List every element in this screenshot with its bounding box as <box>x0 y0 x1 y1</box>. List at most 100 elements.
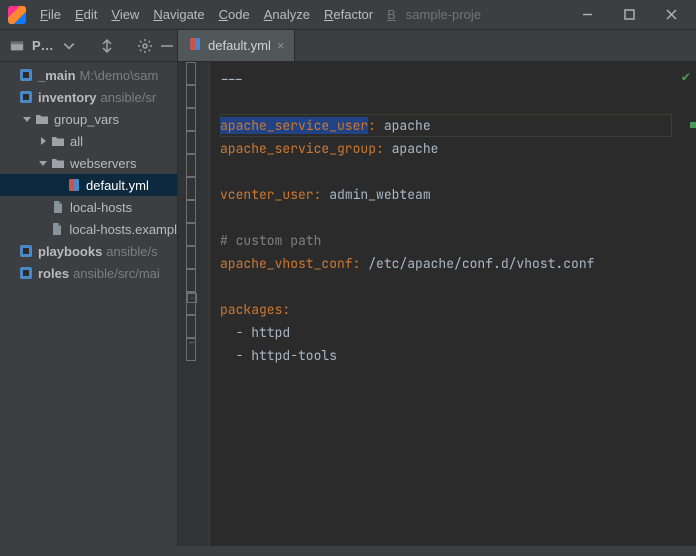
titlebar: FileEditViewNavigateCodeAnalyzeRefactorB… <box>0 0 696 30</box>
editor-area[interactable]: −⌐ ---apache_service_user: apacheapache_… <box>178 62 696 556</box>
close-button[interactable] <box>650 0 692 30</box>
folder-icon <box>34 111 50 127</box>
tree-row-inventory[interactable]: inventoryansible/sr <box>0 86 177 108</box>
token-str[interactable]: admin_webteam <box>321 186 430 203</box>
window-controls <box>566 0 692 30</box>
menu-navigate[interactable]: Navigate <box>147 4 210 25</box>
token-key[interactable]: : <box>376 140 384 157</box>
project-toolbar: P… <box>0 30 178 61</box>
menu-view[interactable]: View <box>105 4 145 25</box>
token-key[interactable]: : <box>368 117 376 134</box>
tree-row-roles[interactable]: rolesansible/src/mai <box>0 262 177 284</box>
tree-row--main[interactable]: _main M:\demo\sam <box>0 64 177 86</box>
tree-label: webservers <box>70 156 136 171</box>
code-line[interactable]: - httpd <box>220 321 696 344</box>
code-line[interactable]: - httpd-tools <box>220 344 696 367</box>
content-split: _main M:\demo\sam inventoryansible/srgroup… <box>0 62 696 556</box>
code-line[interactable]: packages: <box>220 298 696 321</box>
horizontal-scrollbar[interactable] <box>0 546 696 556</box>
token-str[interactable]: - <box>220 324 251 341</box>
token-key[interactable]: apache_service_user <box>220 117 368 134</box>
tree-row-local-hosts[interactable]: local-hosts <box>0 196 177 218</box>
code-line[interactable]: vcenter_user: admin_webteam <box>220 183 696 206</box>
file-icon <box>50 221 66 237</box>
tree-row-playbooks[interactable]: playbooks ansible/s <box>0 240 177 262</box>
code-line[interactable] <box>220 206 696 229</box>
module-icon <box>18 265 34 281</box>
tree-label: local-hosts.exampl <box>69 222 177 237</box>
gear-icon[interactable] <box>138 38 152 54</box>
fold-end-icon[interactable]: ⌐ <box>187 339 197 349</box>
token-cmt[interactable]: # custom path <box>220 232 321 249</box>
tree-hint: ansible/s <box>106 244 157 259</box>
hide-tool-icon[interactable] <box>160 38 174 54</box>
code-text[interactable]: ---apache_service_user: apacheapache_ser… <box>220 68 696 367</box>
close-tab-icon[interactable]: × <box>277 38 285 53</box>
project-tree[interactable]: _main M:\demo\sam inventoryansible/srgroup… <box>0 62 177 284</box>
editor-tab-label: default.yml <box>208 38 271 53</box>
maximize-button[interactable] <box>608 0 650 30</box>
token-key[interactable]: vcenter_user <box>220 186 314 203</box>
tree-label: _main <box>38 68 76 83</box>
app-logo-icon <box>8 6 26 24</box>
tree-label: inventory <box>38 90 97 105</box>
code-line[interactable]: # custom path <box>220 229 696 252</box>
menu-code[interactable]: Code <box>213 4 256 25</box>
toolbar: P… default.yml × <box>0 30 696 62</box>
token-key[interactable]: apache_vhost_conf <box>220 255 353 272</box>
menu-b[interactable]: B <box>381 4 402 25</box>
tree-label: local-hosts <box>70 200 132 215</box>
project-tree-panel: _main M:\demo\sam inventoryansible/srgroup… <box>0 62 178 556</box>
project-view-icon[interactable] <box>10 38 24 54</box>
tree-label: playbooks <box>38 244 102 259</box>
tree-row-all[interactable]: all <box>0 130 177 152</box>
code-line[interactable]: apache_vhost_conf: /etc/apache/conf.d/vh… <box>220 252 696 275</box>
folder-icon <box>50 155 66 171</box>
folder-icon <box>50 133 66 149</box>
marker-stripe[interactable] <box>690 122 696 128</box>
tree-row-webservers[interactable]: webservers <box>0 152 177 174</box>
tree-label: default.yml <box>86 178 149 193</box>
tree-row-local-hosts-exampl[interactable]: local-hosts.exampl <box>0 218 177 240</box>
code-line[interactable]: apache_service_user: apache <box>220 114 696 137</box>
file-icon <box>50 199 66 215</box>
code-line[interactable] <box>220 91 696 114</box>
token-str[interactable]: apache <box>384 140 439 157</box>
menu-edit[interactable]: Edit <box>69 4 103 25</box>
editor-tab-default-yml[interactable]: default.yml × <box>178 30 295 61</box>
tree-label: all <box>70 134 83 149</box>
fold-open-icon[interactable]: − <box>187 293 197 303</box>
tree-hint: M:\demo\sam <box>80 68 159 83</box>
module-icon <box>18 67 34 83</box>
token-str[interactable]: httpd-tools <box>251 347 337 364</box>
code-line[interactable]: --- <box>220 68 696 91</box>
token-str[interactable]: httpd <box>251 324 290 341</box>
token-str[interactable]: /etc/apache/conf.d/vhost.conf <box>360 255 594 272</box>
chevron-down-icon[interactable] <box>62 38 76 54</box>
editor-tabs: default.yml × <box>178 30 295 61</box>
minimize-button[interactable] <box>566 0 608 30</box>
token-key[interactable]: packages <box>220 301 282 318</box>
chevron-right-icon[interactable] <box>36 137 50 145</box>
tree-row-default-yml[interactable]: default.yml <box>0 174 177 196</box>
collapse-icon[interactable] <box>100 38 114 54</box>
menu-refactor[interactable]: Refactor <box>318 4 379 25</box>
code-line[interactable] <box>220 160 696 183</box>
token-str[interactable]: apache <box>376 117 431 134</box>
yaml-file-icon <box>188 37 202 54</box>
menu-file[interactable]: File <box>34 4 67 25</box>
token-doc[interactable]: --- <box>220 71 243 88</box>
menu-analyze[interactable]: Analyze <box>258 4 316 25</box>
code-line[interactable]: apache_service_group: apache <box>220 137 696 160</box>
chevron-down-icon[interactable] <box>20 115 34 123</box>
tree-hint: ansible/src/mai <box>73 266 160 281</box>
token-str[interactable]: - <box>220 347 251 364</box>
editor-gutter[interactable]: −⌐ <box>178 62 210 556</box>
token-key[interactable]: apache_service_group <box>220 140 376 157</box>
chevron-down-icon[interactable] <box>36 159 50 167</box>
project-selector-label[interactable]: P… <box>32 38 54 53</box>
code-line[interactable] <box>220 275 696 298</box>
tree-row-group-vars[interactable]: group_vars <box>0 108 177 130</box>
inspection-ok-icon[interactable]: ✔ <box>682 66 690 89</box>
token-key[interactable]: : <box>282 301 290 318</box>
